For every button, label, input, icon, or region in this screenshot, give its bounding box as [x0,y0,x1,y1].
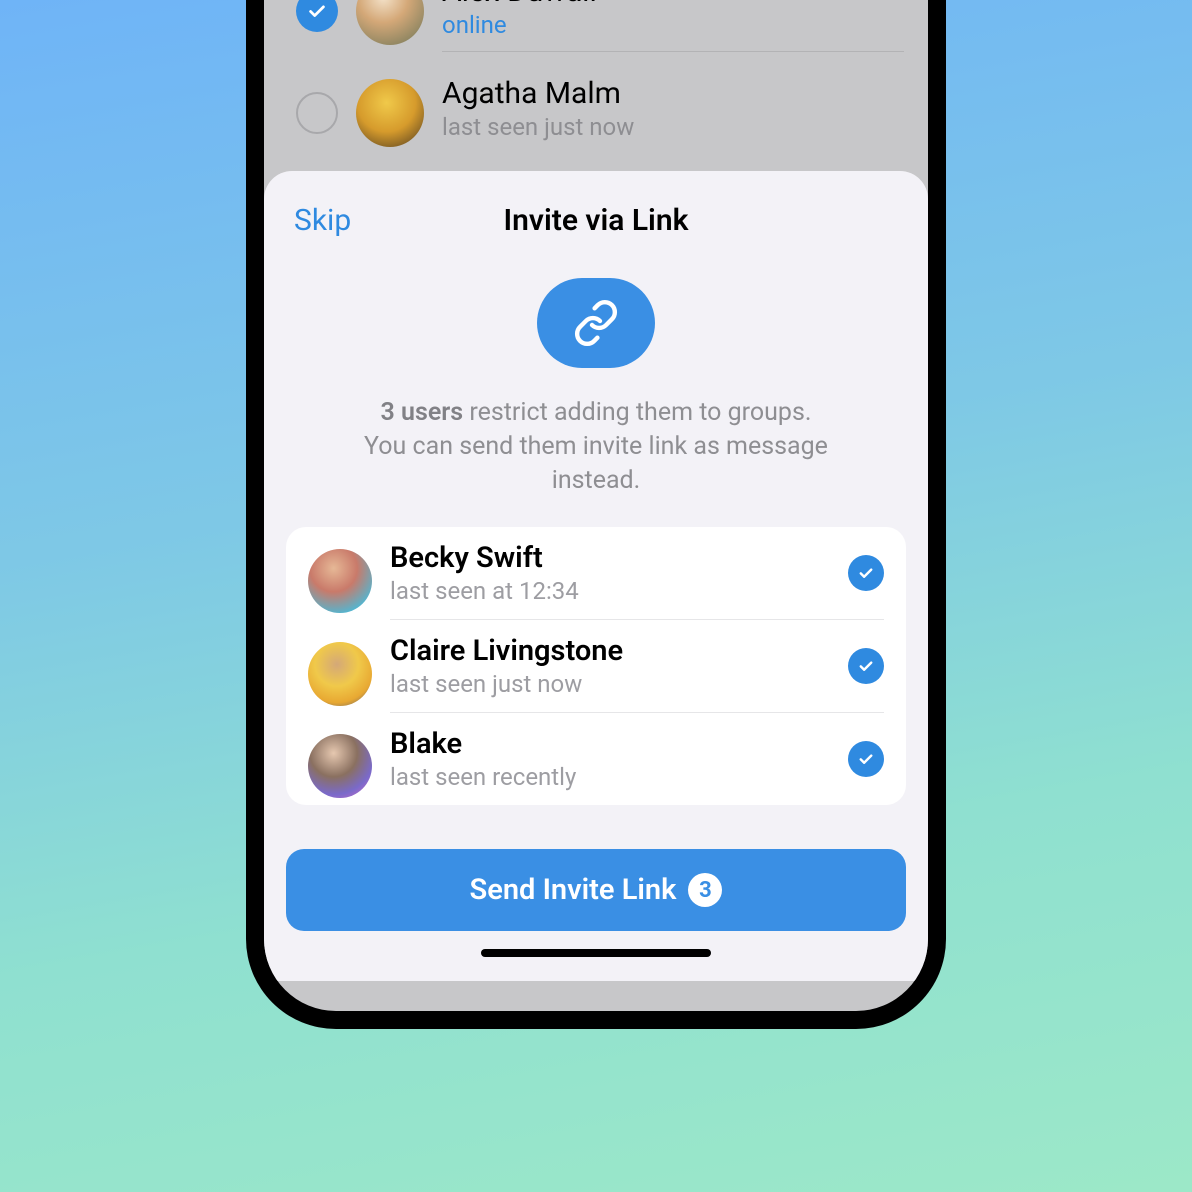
info-bold: 3 users [381,398,464,427]
avatar [308,549,372,613]
background-contact-list: Alex Duwall online Agatha Malm last seen… [264,0,928,163]
invite-sheet: Skip Invite via Link 3 users restrict ad… [264,171,928,981]
checkbox-empty[interactable] [296,92,338,134]
checkbox-selected[interactable] [296,0,338,32]
invite-name: Claire Livingstone [390,634,848,668]
checkbox-selected[interactable] [848,648,884,684]
info-line-1: restrict adding them to groups. [463,398,811,427]
invite-status: last seen at 12:34 [390,577,848,605]
avatar [308,734,372,798]
avatar [308,642,372,706]
invite-status: last seen just now [390,670,848,698]
link-pill[interactable] [537,278,655,368]
contact-info: Agatha Malm last seen just now [442,72,904,153]
skip-button[interactable]: Skip [294,203,351,238]
invite-row[interactable]: Claire Livingstone last seen just now [286,620,906,713]
check-icon [857,750,875,768]
sheet-title: Invite via Link [294,203,898,238]
invite-row[interactable]: Becky Swift last seen at 12:34 [286,527,906,620]
avatar [356,0,424,45]
check-icon [857,564,875,582]
send-button-label: Send Invite Link [470,873,677,907]
checkbox-selected[interactable] [848,555,884,591]
phone-frame: Alex Duwall online Agatha Malm last seen… [246,0,946,1029]
invite-name: Becky Swift [390,541,848,575]
checkbox-selected[interactable] [848,741,884,777]
contact-status: last seen just now [442,113,904,141]
invite-name: Blake [390,727,848,761]
home-indicator[interactable] [481,949,711,957]
invite-contact-list: Becky Swift last seen at 12:34 Claire Li… [286,527,906,805]
info-line-2: You can send them invite link as message… [364,432,828,495]
phone-screen: Alex Duwall online Agatha Malm last seen… [264,0,928,1011]
check-icon [857,657,875,675]
send-button-count: 3 [688,873,722,907]
avatar [356,79,424,147]
send-invite-button[interactable]: Send Invite Link 3 [286,849,906,931]
sheet-header: Skip Invite via Link [264,195,928,242]
invite-row[interactable]: Blake last seen recently [286,713,906,805]
check-icon [306,0,328,22]
contact-row[interactable]: Alex Duwall online [264,0,928,62]
contact-name: Agatha Malm [442,76,904,111]
contact-row[interactable]: Agatha Malm last seen just now [264,62,928,163]
contact-status: online [442,11,904,39]
invite-status: last seen recently [390,763,848,791]
link-icon-container [264,278,928,368]
link-icon [572,299,620,347]
contact-name: Alex Duwall [442,0,904,9]
contact-info: Alex Duwall online [442,0,904,52]
info-text: 3 users restrict adding them to groups. … [264,396,928,497]
